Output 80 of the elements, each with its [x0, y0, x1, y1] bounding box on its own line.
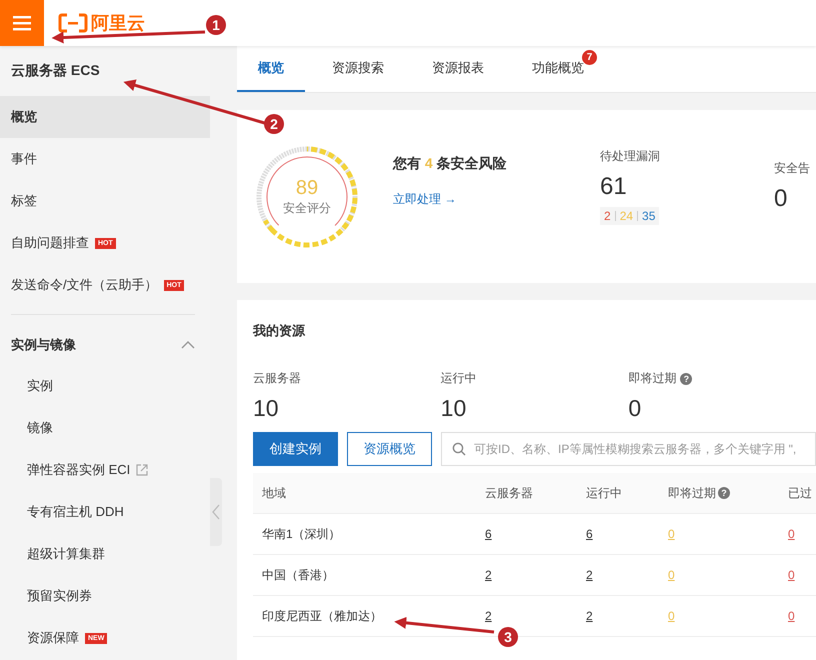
- stat-label: 即将过期: [628, 370, 676, 387]
- step-badge: 2: [264, 114, 284, 134]
- sidebar-item[interactable]: 预留实例券: [0, 575, 210, 617]
- column-header: 即将过期: [668, 484, 716, 502]
- search-field[interactable]: 可按ID、名称、IP等属性模糊搜索云服务器，多个关键字用 ",: [441, 432, 816, 466]
- sidebar-item[interactable]: 专有宿主机 DDH: [0, 491, 210, 533]
- stat-value: 0: [628, 395, 642, 422]
- sidebar-item[interactable]: 实例: [0, 365, 210, 407]
- help-icon[interactable]: ?: [680, 372, 692, 384]
- column-header: 云服务器: [485, 484, 533, 502]
- menu-icon: [13, 15, 31, 31]
- item-label: 镜像: [27, 419, 53, 437]
- item-label: 专有宿主机 DDH: [27, 503, 124, 521]
- sidebar-item[interactable]: 超级计算集群: [0, 533, 210, 575]
- table-cell: 印度尼西亚（雅加达）: [262, 608, 382, 624]
- sidebar-title: 云服务器 ECS: [10, 61, 101, 80]
- count-link[interactable]: 0: [788, 568, 795, 582]
- stat-label: 运行中: [440, 370, 477, 387]
- vulnerability-count: 2: [604, 209, 611, 223]
- count-badge: 7: [582, 50, 597, 65]
- count-link[interactable]: 2: [586, 568, 593, 582]
- menu-button[interactable]: [0, 0, 44, 46]
- tab[interactable]: 资源报表: [411, 46, 505, 92]
- create-instance-button[interactable]: 创建实例: [253, 432, 338, 466]
- column-header: 已过: [788, 484, 812, 502]
- stat-value: 10: [440, 395, 468, 422]
- sidebar-item[interactable]: 事件: [0, 138, 210, 180]
- section-title: 我的资源: [253, 322, 306, 340]
- count-link[interactable]: 6: [586, 527, 593, 541]
- count-link[interactable]: 6: [485, 527, 492, 541]
- collapse-handle[interactable]: [210, 478, 222, 546]
- item-label: 发送命令/文件（云助手）: [11, 276, 158, 294]
- logo-text: 阿里云: [91, 12, 145, 35]
- help-icon[interactable]: ?: [718, 487, 730, 499]
- stat-value: 61: [600, 173, 628, 201]
- item-label: 自助问题排查: [11, 234, 89, 252]
- item-label: 资源保障: [27, 629, 79, 647]
- item-label: 标签: [11, 192, 37, 210]
- item-label: 事件: [11, 150, 37, 168]
- column-header: 运行中: [586, 484, 622, 502]
- step-badge: 1: [206, 15, 226, 35]
- sidebar-item[interactable]: 弹性容器实例 ECI: [0, 449, 210, 491]
- count-link[interactable]: 2: [586, 609, 593, 623]
- tab[interactable]: 概览: [237, 46, 305, 92]
- logo-icon: [58, 13, 88, 33]
- step-badge: 3: [498, 627, 518, 647]
- sidebar-item[interactable]: 镜像: [0, 407, 210, 449]
- table-cell: 中国（香港）: [262, 566, 334, 584]
- tab[interactable]: 功能概览 7: [511, 46, 605, 92]
- handle-now-link[interactable]: 立即处理 →: [393, 191, 593, 208]
- item-label: 实例: [27, 377, 53, 395]
- resource-overview-button[interactable]: 资源概览: [347, 432, 432, 466]
- group-label: 实例与镜像: [11, 336, 76, 354]
- score-label: 安全评分: [283, 200, 331, 216]
- external-link-icon: [136, 464, 148, 476]
- stat-label: 安全告: [774, 160, 810, 177]
- stat-value: 10: [253, 395, 280, 422]
- risk-summary: 您有 4 条安全风险: [393, 155, 508, 173]
- sidebar-item[interactable]: 概览: [0, 96, 210, 138]
- search-icon: [452, 442, 466, 456]
- chevron-left-icon: [212, 504, 220, 520]
- count-link[interactable]: 0: [788, 609, 795, 623]
- item-label: 概览: [11, 108, 37, 126]
- table-cell: 华南1（深圳）: [262, 526, 341, 542]
- count-link[interactable]: 0: [788, 527, 795, 541]
- security-score: 89: [296, 176, 318, 200]
- stat-label: 待处理漏洞: [600, 148, 661, 165]
- sidebar-group-header[interactable]: 实例与镜像: [0, 325, 210, 365]
- item-label: 超级计算集群: [27, 545, 105, 563]
- vulnerability-count: 35: [642, 209, 656, 223]
- count-link[interactable]: 2: [485, 609, 492, 623]
- stat-value: 0: [774, 185, 788, 213]
- sidebar-item[interactable]: 标签: [0, 180, 210, 222]
- item-label: 预留实例券: [27, 587, 92, 605]
- vulnerability-count: 24: [620, 209, 634, 223]
- count-link[interactable]: 2: [485, 568, 492, 582]
- tab[interactable]: 资源搜索: [311, 46, 405, 92]
- item-label: 弹性容器实例 ECI: [27, 461, 130, 479]
- stat-label: 云服务器: [253, 370, 301, 387]
- column-header: 地域: [262, 484, 286, 502]
